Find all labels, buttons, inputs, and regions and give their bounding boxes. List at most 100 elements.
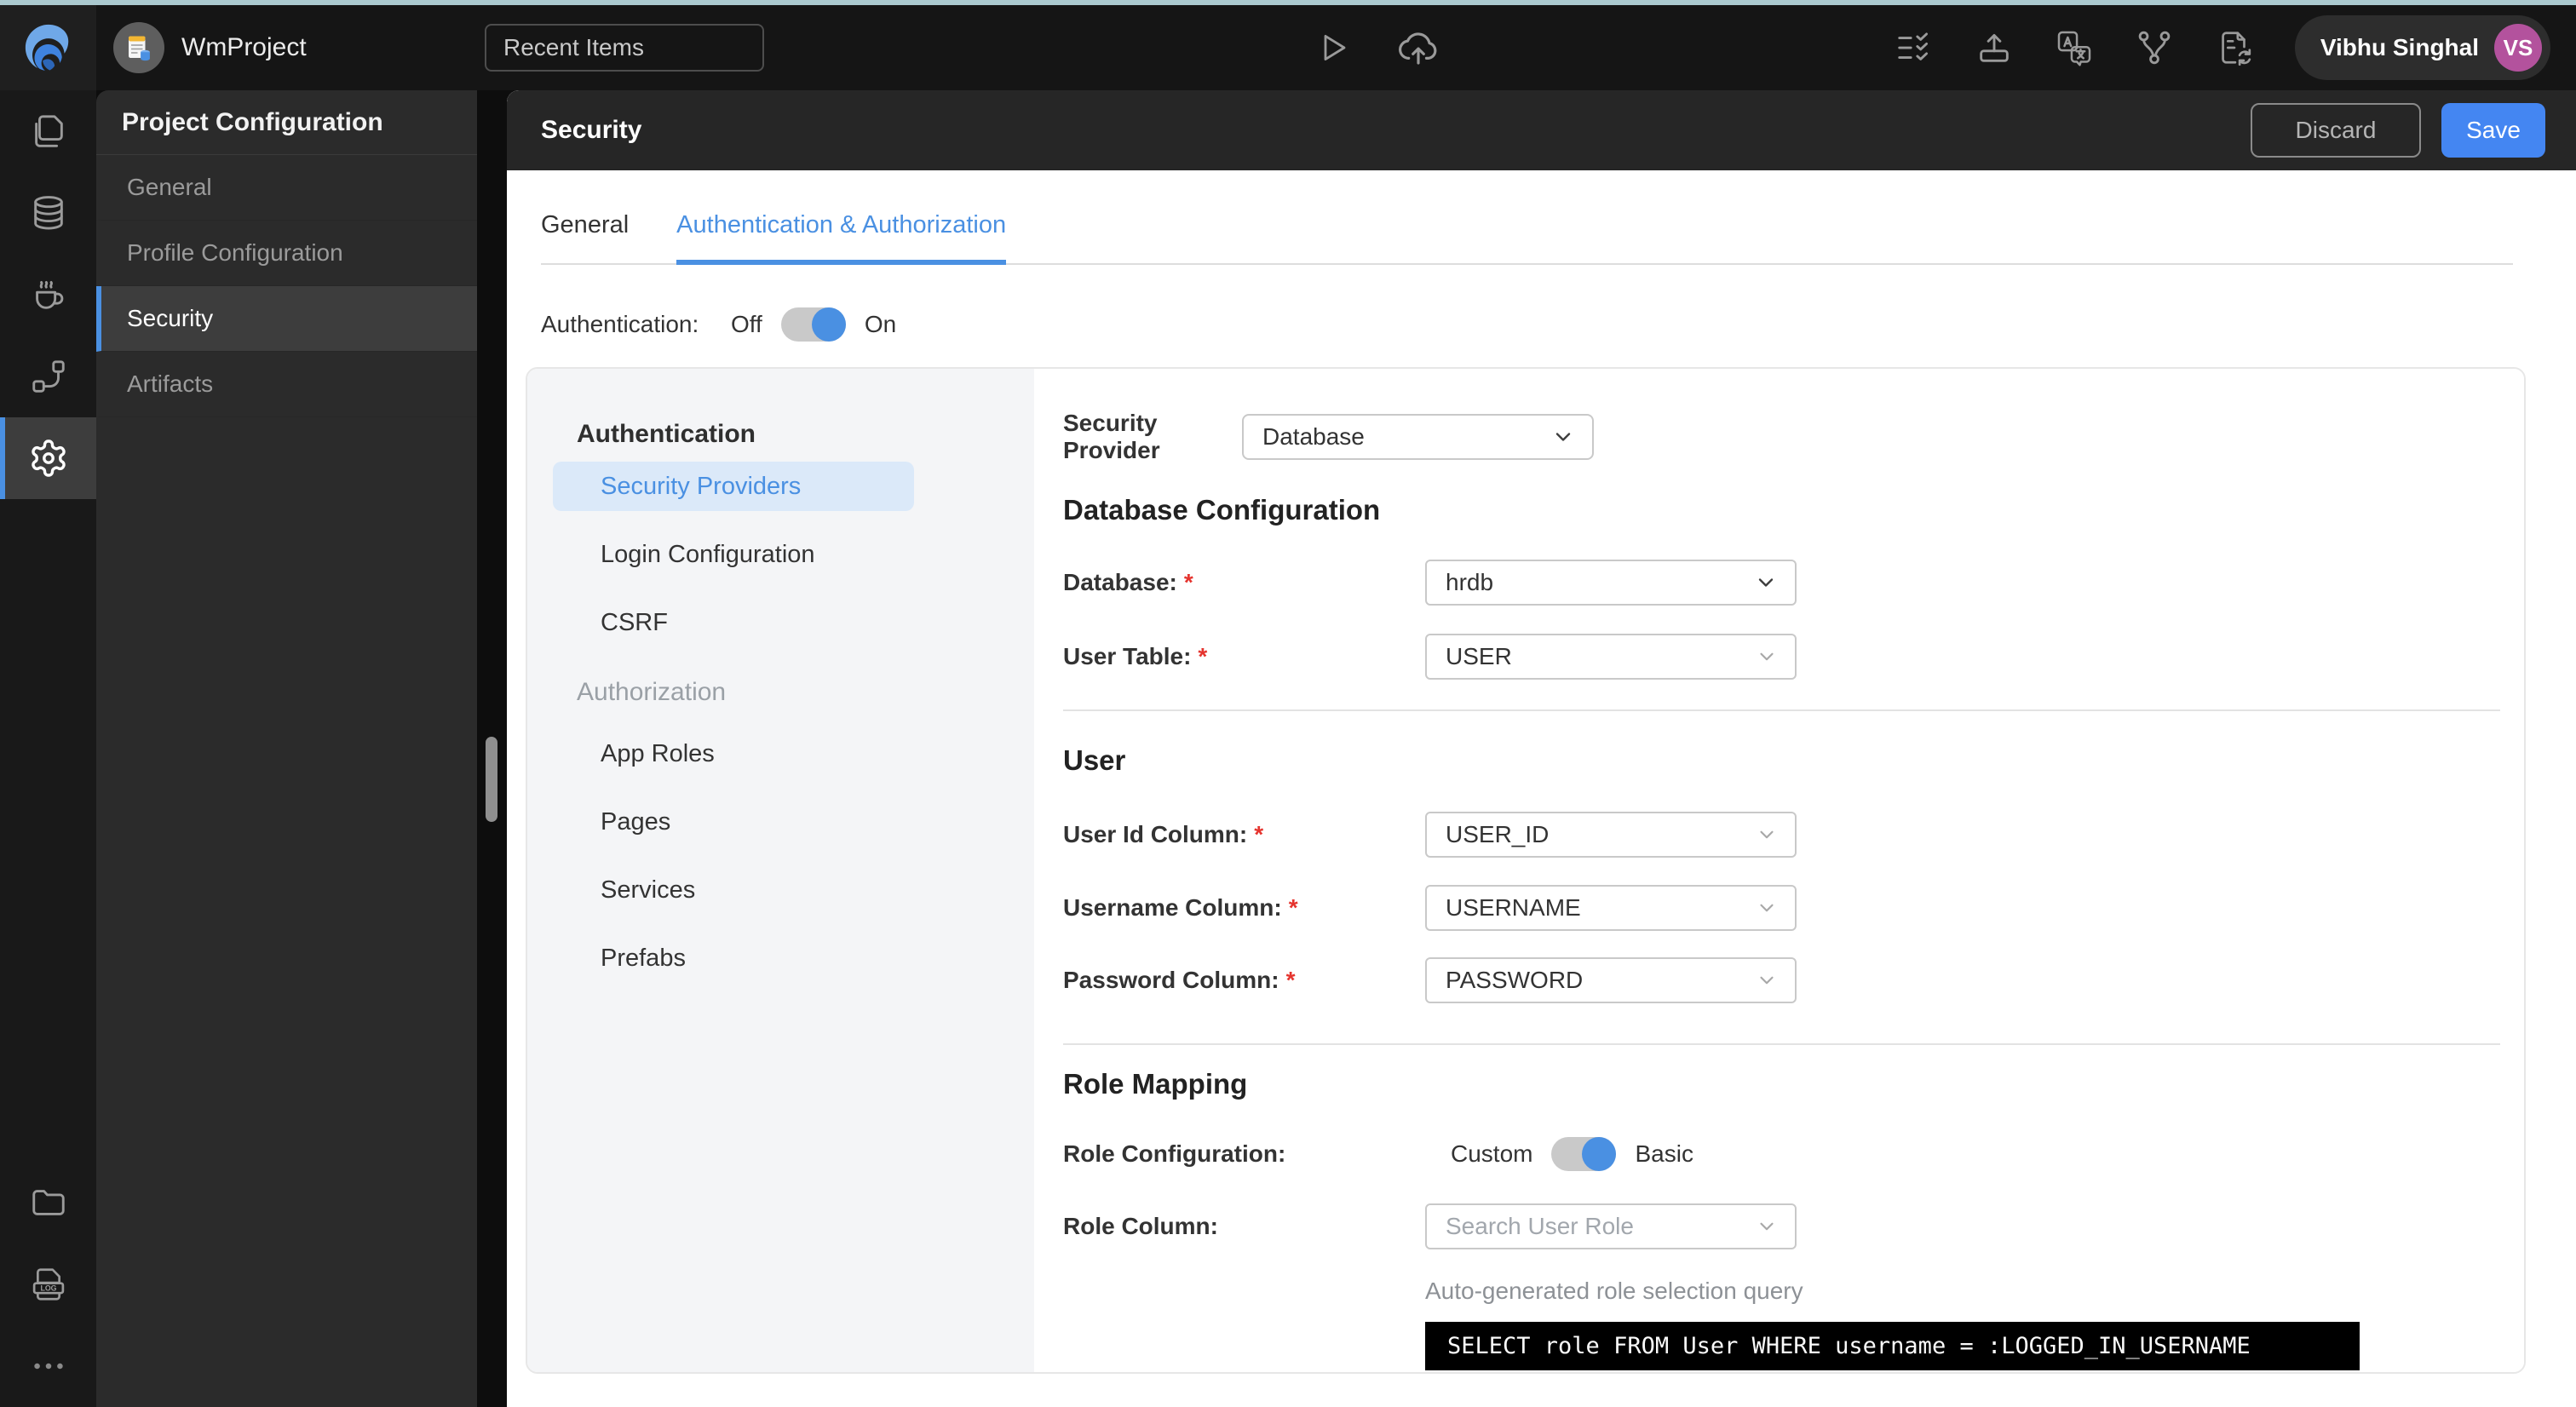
toggle-on-label: On — [864, 311, 897, 337]
role-mapping-heading: Role Mapping — [1063, 1068, 1248, 1100]
password-label-text: Password Column: — [1063, 967, 1279, 993]
config-sidebar: Project Configuration General Profile Co… — [96, 90, 477, 1407]
role-column-row: Role Column: Search User Role — [1063, 1203, 2500, 1249]
export-button[interactable] — [1975, 28, 2014, 67]
nav-item-security-providers[interactable]: Security Providers — [553, 462, 914, 511]
folder-icon — [32, 1190, 65, 1215]
security-provider-row: Security Provider Database — [1063, 410, 2500, 464]
database-label-text: Database: — [1063, 569, 1177, 595]
security-provider-label: Security Provider — [1063, 410, 1160, 463]
recent-items-label: Recent Items — [503, 34, 644, 60]
coffee-icon — [35, 280, 63, 309]
nav-item-services[interactable]: Services — [553, 865, 1009, 915]
user-table-label-text: User Table: — [1063, 643, 1192, 669]
rail-item-more[interactable] — [0, 1325, 96, 1407]
database-label: Database: * — [1063, 569, 1425, 596]
section-divider — [1063, 709, 2500, 711]
header-actions: Discard Save — [2251, 103, 2545, 158]
user-name: Vibhu Singhal — [2320, 34, 2479, 60]
section-divider — [1063, 1043, 2500, 1045]
password-column-label: Password Column: * — [1063, 967, 1425, 994]
deploy-button[interactable] — [1395, 25, 1441, 71]
database-select[interactable]: hrdb — [1425, 560, 1797, 606]
sidebar-item-security[interactable]: Security — [96, 286, 477, 352]
role-configuration-row: Role Configuration: Custom Basic — [1063, 1137, 2500, 1171]
password-column-select[interactable]: PASSWORD — [1425, 957, 1797, 1003]
user-id-column-value: USER_ID — [1446, 821, 1550, 847]
user-table-select[interactable]: USER — [1425, 634, 1797, 680]
export-icon — [1980, 33, 2009, 62]
nav-item-prefabs[interactable]: Prefabs — [553, 933, 1009, 983]
nav-item-login-configuration[interactable]: Login Configuration — [553, 530, 1009, 579]
rail-item-java-services[interactable] — [0, 254, 96, 336]
user-menu[interactable]: Vibhu Singhal VS — [2294, 15, 2550, 80]
sidebar-item-artifacts[interactable]: Artifacts — [96, 352, 477, 417]
authentication-label: Authentication: — [541, 311, 699, 337]
recent-items-dropdown[interactable]: Recent Items — [485, 24, 764, 72]
localization-button[interactable] — [2055, 28, 2094, 67]
user-id-column-row: User Id Column: * USER_ID — [1063, 812, 2500, 858]
basic-label: Basic — [1635, 1140, 1693, 1167]
file-sync-icon — [2222, 32, 2251, 66]
gear-icon — [31, 439, 66, 477]
sidebar-item-general[interactable]: General — [96, 155, 477, 221]
security-provider-form: Security Provider Database Database Conf… — [1034, 369, 2524, 1372]
chevron-down-icon — [1760, 904, 1774, 912]
authentication-switch[interactable] — [780, 307, 846, 342]
username-column-value: USERNAME — [1446, 894, 1581, 921]
wavemaker-logo[interactable] — [0, 5, 96, 90]
role-configuration-label: Role Configuration: — [1063, 1140, 1286, 1167]
username-column-select[interactable]: USERNAME — [1425, 885, 1797, 931]
vertical-scrollbar-thumb[interactable] — [486, 737, 497, 822]
chevron-down-icon — [1760, 1222, 1774, 1231]
nav-section-authorization: Authorization — [577, 678, 727, 706]
topbar-right-icons: Vibhu Singhal VS — [1895, 15, 2576, 80]
pages-icon — [34, 115, 63, 147]
nav-item-csrf[interactable]: CSRF — [553, 598, 1009, 647]
run-preview-button[interactable] — [1312, 27, 1353, 68]
file-sync-button[interactable] — [2215, 28, 2254, 67]
toggle-off-label: Off — [731, 311, 762, 337]
project-name: WmProject — [181, 33, 307, 61]
user-id-column-select[interactable]: USER_ID — [1425, 812, 1797, 858]
discard-button[interactable]: Discard — [2251, 103, 2421, 158]
wave-logo-icon — [25, 24, 68, 71]
sidebar-title: Project Configuration — [96, 90, 477, 155]
sidebar-item-label: General — [127, 174, 212, 200]
chevron-down-icon — [1760, 976, 1774, 985]
tab-general[interactable]: General — [541, 211, 629, 265]
save-button[interactable]: Save — [2441, 103, 2545, 158]
rail-item-database[interactable] — [0, 172, 96, 254]
play-icon — [1324, 35, 1346, 60]
tab-authentication-authorization[interactable]: Authentication & Authorization — [676, 211, 1007, 265]
user-table-row: User Table: * USER — [1063, 634, 2500, 680]
project-switcher[interactable]: WmProject — [113, 22, 307, 73]
rail-item-logs[interactable]: LOG — [0, 1243, 96, 1325]
role-column-placeholder: Search User Role — [1446, 1213, 1634, 1239]
role-configuration-switch[interactable] — [1551, 1137, 1617, 1171]
chevron-down-icon — [1758, 578, 1774, 587]
role-column-select[interactable]: Search User Role — [1425, 1203, 1797, 1249]
tab-bar: General Authentication & Authorization — [541, 211, 2513, 265]
sidebar-item-profile-configuration[interactable]: Profile Configuration — [96, 221, 477, 286]
rail-item-file-explorer[interactable] — [0, 1162, 96, 1243]
security-nav-panel: Authentication Security Providers Login … — [527, 369, 1034, 1372]
chevron-down-icon — [1555, 433, 1571, 441]
required-marker: * — [1183, 569, 1193, 595]
nav-item-app-roles[interactable]: App Roles — [553, 729, 1009, 778]
checklist-button[interactable] — [1895, 28, 1934, 67]
rail-item-settings[interactable] — [0, 417, 96, 499]
rail-item-pages[interactable] — [0, 90, 96, 172]
left-rail: LOG — [0, 90, 96, 1407]
user-table-value: USER — [1446, 643, 1512, 669]
version-control-button[interactable] — [2135, 28, 2174, 67]
rail-item-apis[interactable] — [0, 336, 96, 417]
nav-item-pages[interactable]: Pages — [553, 797, 1009, 847]
role-configuration-toggle-group: Custom Basic — [1451, 1137, 1693, 1171]
main-area: Security Discard Save General Authentica… — [507, 90, 2576, 1407]
security-provider-select[interactable]: Database — [1242, 414, 1594, 460]
query-caption: Auto-generated role selection query — [1425, 1278, 1803, 1304]
switch-knob — [1582, 1137, 1617, 1171]
ellipsis-icon — [33, 1363, 63, 1370]
required-marker: * — [1254, 821, 1264, 847]
